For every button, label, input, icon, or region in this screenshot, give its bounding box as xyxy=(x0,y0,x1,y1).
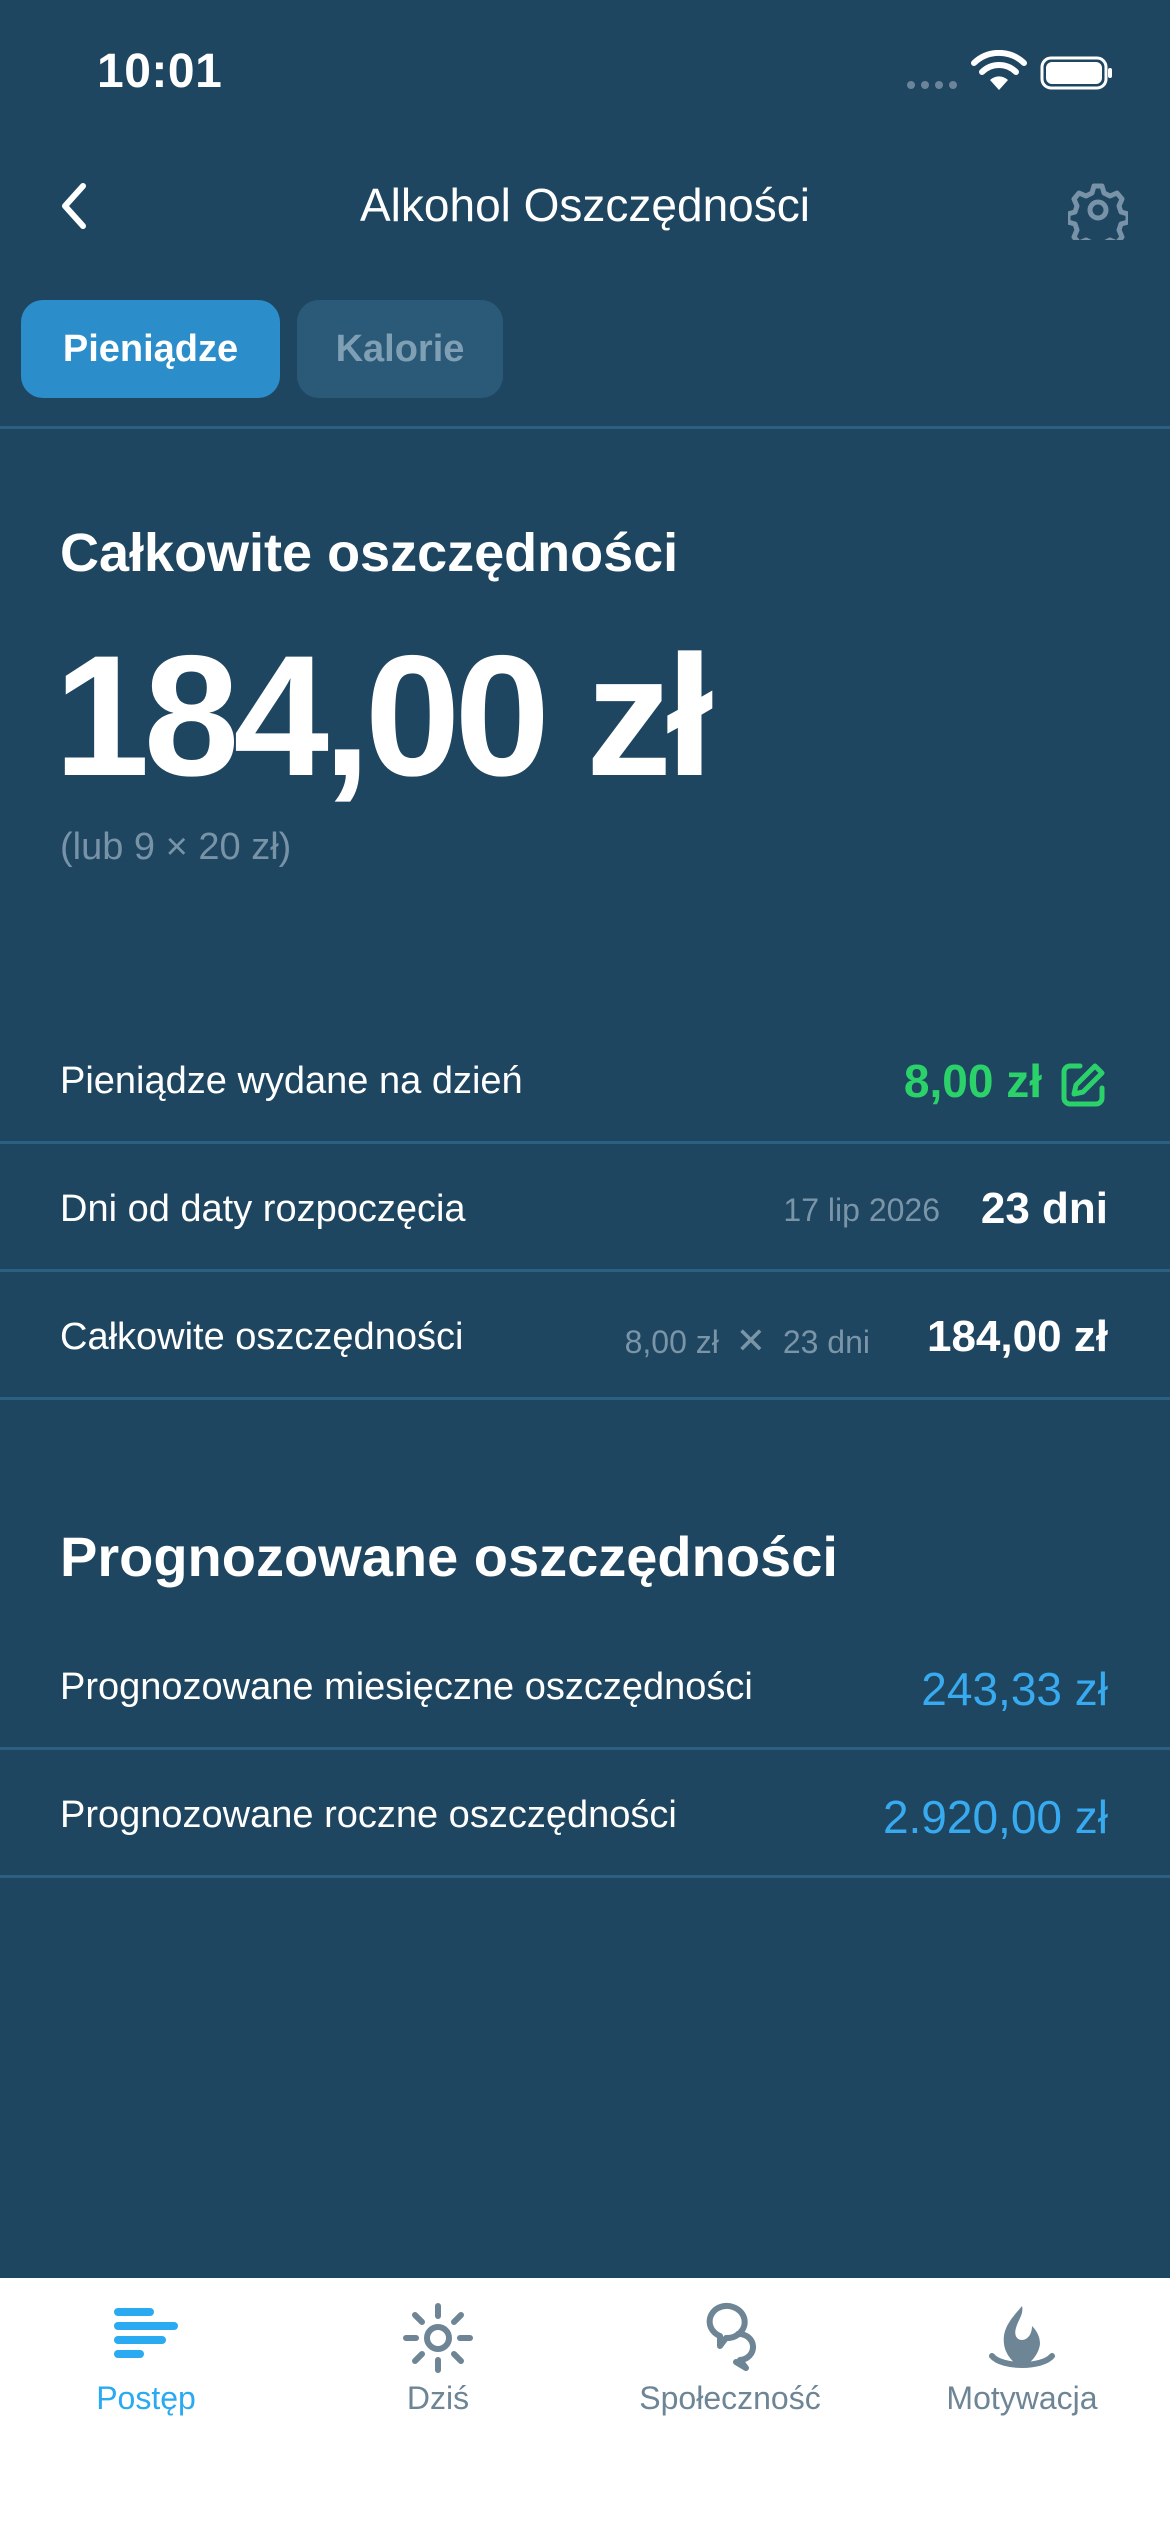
total-savings-equivalent: (lub 9 × 20 zł) xyxy=(60,826,292,868)
multiply-icon: ✕ xyxy=(735,1320,766,1361)
total-value: 184,00 zł xyxy=(926,1312,1108,1361)
tabbar-item-today[interactable]: Dziś xyxy=(292,2278,584,2532)
screen: 10:01 Alkohol Oszczędności Pieniądze Kal… xyxy=(0,0,1170,2532)
wifi-icon xyxy=(971,50,1027,90)
per-day-row[interactable]: Pieniądze wydane na dzień 8,00 zł xyxy=(0,1016,1170,1144)
monthly-value: 243,33 zł xyxy=(921,1663,1108,1715)
start-date: 17 lip 2026 xyxy=(783,1192,940,1228)
battery-icon xyxy=(1040,56,1112,90)
monthly-forecast-row: Prognozowane miesięczne oszczędności 243… xyxy=(0,1622,1170,1750)
days-since-start-row: Dni od daty rozpoczęcia 17 lip 2026 23 d… xyxy=(0,1144,1170,1272)
tabbar-item-progress[interactable]: Postęp xyxy=(0,2278,292,2532)
per-day-value: 8,00 zł xyxy=(903,1055,1042,1107)
tab-bar: Postęp Dziś Społeczność Motywacja xyxy=(0,2278,1170,2532)
divider xyxy=(0,426,1170,429)
tabbar-label-motivation: Motywacja xyxy=(946,2380,1098,2416)
tabbar-label-progress: Postęp xyxy=(96,2380,196,2416)
total-label: Całkowite oszczędności xyxy=(60,1316,464,1358)
total-savings-amount: 184,00 zł xyxy=(54,620,714,812)
community-icon xyxy=(706,2303,757,2371)
status-time: 10:01 xyxy=(97,45,223,98)
motivation-icon xyxy=(989,2306,1055,2368)
days-label: Dni od daty rozpoczęcia xyxy=(60,1188,466,1230)
total-savings-row: Całkowite oszczędności 8,00 zł ✕ 23 dni … xyxy=(0,1272,1170,1400)
yearly-label: Prognozowane roczne oszczędności xyxy=(60,1794,677,1836)
total-calculation: 8,00 zł ✕ 23 dni xyxy=(625,1320,870,1362)
tabbar-item-motivation[interactable]: Motywacja xyxy=(876,2278,1168,2532)
calc-days: 23 dni xyxy=(782,1324,870,1360)
progress-icon xyxy=(114,2308,178,2358)
sun-icon xyxy=(403,2303,473,2373)
yearly-value: 2.920,00 zł xyxy=(882,1791,1108,1843)
tabbar-label-today: Dziś xyxy=(406,2380,470,2416)
monthly-label: Prognozowane miesięczne oszczędności xyxy=(60,1666,753,1708)
total-savings-heading: Całkowite oszczędności xyxy=(60,523,679,583)
gear-icon[interactable] xyxy=(1068,180,1128,240)
status-bar: 10:01 xyxy=(0,0,1170,150)
calc-daily-amount: 8,00 zł xyxy=(624,1324,719,1360)
tabbar-item-community[interactable]: Społeczność xyxy=(584,2278,876,2532)
tabbar-label-community: Społeczność xyxy=(639,2380,821,2416)
page-title: Alkohol Oszczędności xyxy=(360,179,810,231)
forecast-heading: Prognozowane oszczędności xyxy=(60,1525,838,1588)
days-value: 23 dni xyxy=(980,1184,1108,1233)
cellular-signal-icon xyxy=(907,81,957,89)
tab-calories[interactable]: Kalorie xyxy=(297,300,503,398)
yearly-forecast-row: Prognozowane roczne oszczędności 2.920,0… xyxy=(0,1750,1170,1878)
edit-icon[interactable] xyxy=(1058,1060,1108,1110)
per-day-label: Pieniądze wydane na dzień xyxy=(60,1060,523,1102)
tab-money[interactable]: Pieniądze xyxy=(21,300,280,398)
